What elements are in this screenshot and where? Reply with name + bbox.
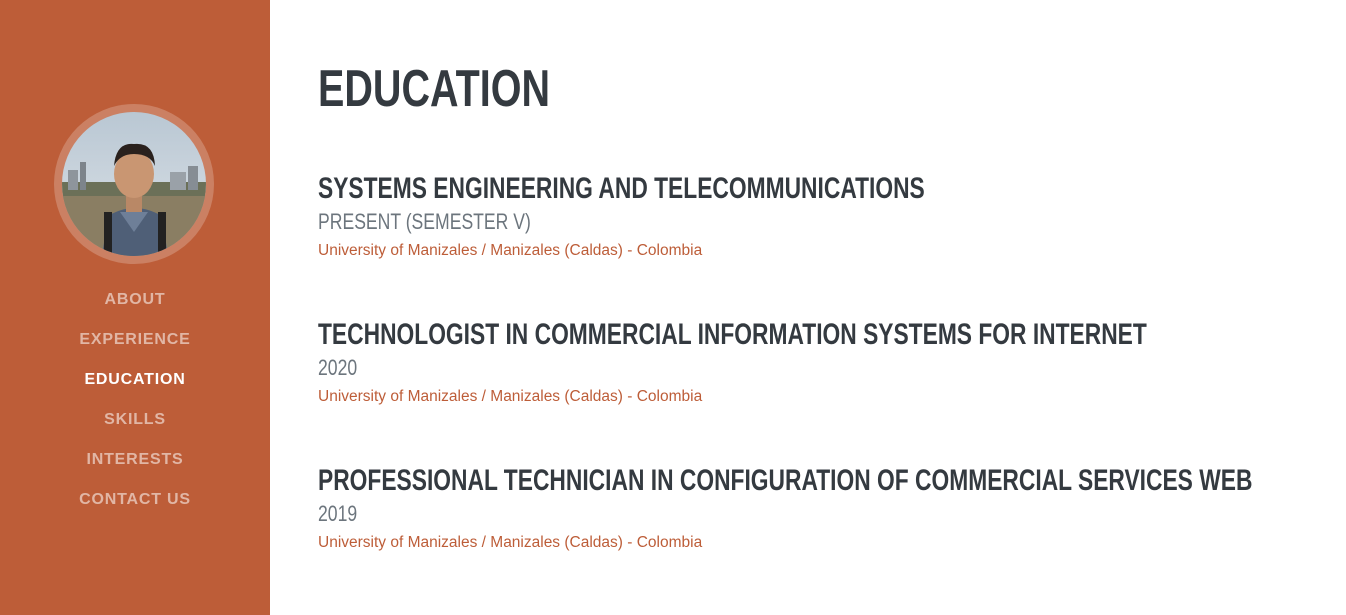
entry-title: TECHNOLOGIST IN COMMERCIAL INFORMATION S… xyxy=(318,318,1147,351)
page-title: EDUCATION xyxy=(318,60,550,118)
entry-title: SYSTEMS ENGINEERING AND TELECOMMUNICATIO… xyxy=(318,172,925,205)
entry-subtitle: 2020 xyxy=(318,355,358,380)
entry-institution: University of Manizales / Manizales (Cal… xyxy=(318,388,703,405)
nav-link-about[interactable]: ABOUT xyxy=(105,286,166,314)
sidebar-nav: ABOUT EXPERIENCE EDUCATION SKILLS INTERE… xyxy=(0,286,270,526)
nav-item-experience: EXPERIENCE xyxy=(0,326,270,366)
sidebar: ABOUT EXPERIENCE EDUCATION SKILLS INTERE… xyxy=(0,0,270,615)
education-entry: PROFESSIONAL TECHNICIAN IN CONFIGURATION… xyxy=(318,463,1308,553)
nav-item-contact: CONTACT US xyxy=(0,486,270,526)
entry-institution: University of Manizales / Manizales (Cal… xyxy=(318,242,703,259)
avatar[interactable] xyxy=(62,112,206,256)
entry-subtitle: PRESENT (SEMESTER V) xyxy=(318,209,531,234)
nav-link-education[interactable]: EDUCATION xyxy=(84,366,185,394)
nav-item-skills: SKILLS xyxy=(0,406,270,446)
nav-link-skills[interactable]: SKILLS xyxy=(104,406,166,434)
nav-item-about: ABOUT xyxy=(0,286,270,326)
entry-subtitle: 2019 xyxy=(318,501,358,526)
entry-title: PROFESSIONAL TECHNICIAN IN CONFIGURATION… xyxy=(318,464,1253,497)
avatar-ring xyxy=(54,104,214,264)
nav-item-education: EDUCATION xyxy=(0,366,270,406)
nav-link-contact-us[interactable]: CONTACT US xyxy=(79,486,191,514)
education-entry: SYSTEMS ENGINEERING AND TELECOMMUNICATIO… xyxy=(318,171,1308,261)
nav-link-experience[interactable]: EXPERIENCE xyxy=(79,326,190,354)
education-entry: TECHNOLOGIST IN COMMERCIAL INFORMATION S… xyxy=(318,317,1308,407)
nav-link-interests[interactable]: INTERESTS xyxy=(87,446,184,474)
entry-institution: University of Manizales / Manizales (Cal… xyxy=(318,534,703,551)
nav-item-interests: INTERESTS xyxy=(0,446,270,486)
avatar-photo xyxy=(62,112,206,256)
